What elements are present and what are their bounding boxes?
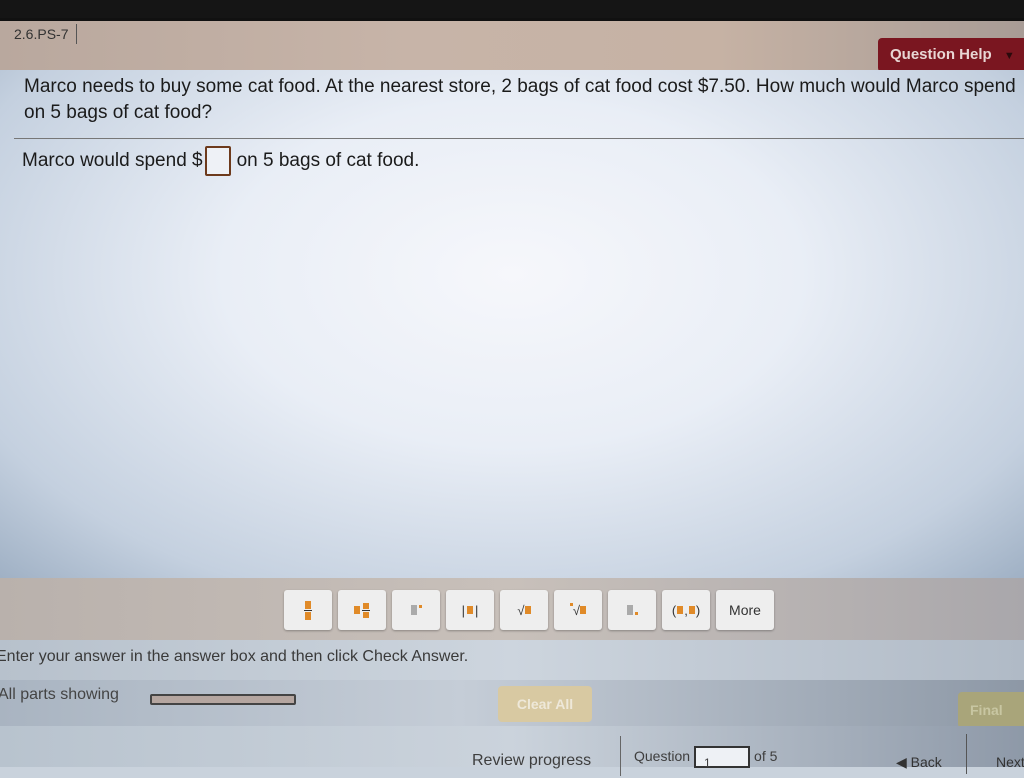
question-id: 2.6.PS-7 bbox=[14, 24, 78, 44]
subscript-tool-button[interactable] bbox=[608, 590, 656, 630]
more-tools-button[interactable]: More bbox=[716, 590, 774, 630]
divider bbox=[966, 734, 967, 774]
instructions-text: Enter your answer in the answer box and … bbox=[0, 648, 469, 665]
parts-showing-label: All parts showing bbox=[0, 686, 119, 703]
fraction-icon bbox=[304, 600, 312, 620]
divider bbox=[620, 736, 621, 776]
final-check-button[interactable]: Final Check bbox=[958, 692, 1024, 754]
question-label: Question bbox=[634, 748, 691, 764]
navigation-row: Review progress Question 1 of 5 ◀ Back N… bbox=[0, 726, 1024, 776]
review-progress-link[interactable]: Review progress bbox=[472, 752, 591, 770]
mixed-number-tool-button[interactable] bbox=[338, 590, 386, 630]
exponent-tool-button[interactable] bbox=[392, 590, 440, 630]
math-toolbar: | | √ √ (,) More bbox=[0, 578, 1024, 640]
clear-all-button[interactable]: Clear All bbox=[498, 686, 592, 722]
next-button[interactable]: Next bbox=[996, 754, 1024, 770]
back-button[interactable]: ◀ Back bbox=[896, 754, 942, 771]
instructions-row: Enter your answer in the answer box and … bbox=[0, 640, 1024, 680]
answer-line: Marco would spend $ on 5 bags of cat foo… bbox=[22, 146, 419, 176]
square-root-tool-button[interactable]: √ bbox=[500, 590, 548, 630]
nth-root-tool-button[interactable]: √ bbox=[554, 590, 602, 630]
question-help-button[interactable]: Question Help ▼ bbox=[878, 38, 1024, 72]
nth-root-icon: √ bbox=[569, 602, 587, 618]
question-total: of 5 bbox=[754, 748, 778, 764]
answer-prefix: Marco would spend $ bbox=[22, 150, 203, 171]
question-header: 2.6.PS-7 Question Help ▼ bbox=[0, 18, 1024, 73]
ordered-pair-icon: (,) bbox=[671, 602, 701, 618]
question-help-label: Question Help bbox=[890, 46, 992, 63]
subscript-icon bbox=[626, 605, 638, 615]
answer-input[interactable] bbox=[204, 146, 231, 176]
square-root-icon: √ bbox=[517, 603, 531, 618]
parts-progress-bar bbox=[150, 694, 296, 705]
absolute-value-tool-button[interactable]: | | bbox=[446, 590, 494, 630]
mixed-number-icon bbox=[354, 602, 370, 618]
divider bbox=[14, 138, 1024, 139]
question-panel: Marco needs to buy some cat food. At the… bbox=[0, 70, 1024, 580]
chevron-down-icon: ▼ bbox=[1003, 50, 1015, 62]
status-row: All parts showing Clear All Final Check bbox=[0, 680, 1024, 754]
answer-suffix: on 5 bags of cat food. bbox=[236, 150, 420, 171]
absolute-value-icon: | | bbox=[461, 602, 479, 618]
question-text: Marco needs to buy some cat food. At the… bbox=[24, 76, 1016, 123]
question-number-input[interactable]: 1 bbox=[694, 746, 751, 770]
exponent-icon bbox=[410, 605, 422, 615]
ordered-pair-tool-button[interactable]: (,) bbox=[662, 590, 710, 630]
question-navigator: Question 1 of 5 bbox=[634, 746, 778, 770]
fraction-tool-button[interactable] bbox=[284, 590, 332, 630]
